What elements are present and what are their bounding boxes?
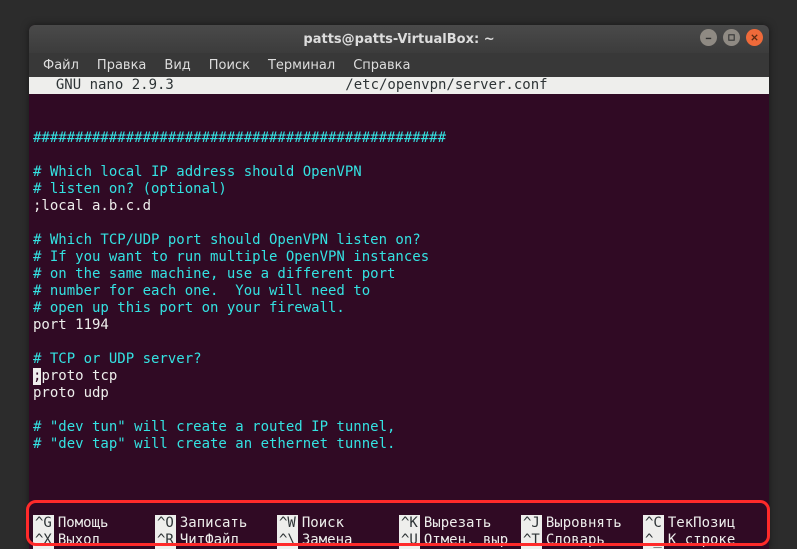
menu-file[interactable]: Файл xyxy=(35,56,87,75)
shortcut-key: ^U xyxy=(399,532,420,549)
window-controls xyxy=(700,29,763,46)
shortcut-replace: ^\Замена xyxy=(277,532,399,549)
menu-search[interactable]: Поиск xyxy=(201,56,258,75)
menubar: Файл Правка Вид Поиск Терминал Справка xyxy=(29,53,769,77)
shortcut-key: ^O xyxy=(155,515,176,532)
close-button[interactable] xyxy=(746,29,763,46)
shortcut-readfile: ^RЧитФайл xyxy=(155,532,277,549)
shortcut-spell: ^TСловарь xyxy=(521,532,643,549)
line: # "dev tap" will create an ethernet tunn… xyxy=(33,436,395,452)
terminal-area[interactable]: GNU nano 2.9.3 /etc/openvpn/server.conf … xyxy=(29,77,769,549)
line: # Which local IP address should OpenVPN xyxy=(33,164,362,180)
line: # open up this port on your firewall. xyxy=(33,300,345,316)
shortcut-row-2: ^XВыход ^RЧитФайл ^\Замена ^UОтмен. выр … xyxy=(33,532,765,549)
shortcut-key: ^\ xyxy=(277,532,298,549)
shortcut-label: Словарь xyxy=(542,532,605,549)
shortcut-key: ^J xyxy=(521,515,542,532)
shortcut-label: Выход xyxy=(54,532,100,549)
shortcut-key: ^W xyxy=(277,515,298,532)
shortcut-cut: ^KВырезать xyxy=(399,515,521,532)
line: # number for each one. You will need to xyxy=(33,283,370,299)
shortcut-label: Замена xyxy=(298,532,353,549)
nano-file-path: /etc/openvpn/server.conf xyxy=(174,77,719,94)
line: # "dev tun" will create a routed IP tunn… xyxy=(33,419,395,435)
shortcut-label: ЧитФайл xyxy=(176,532,239,549)
menu-terminal[interactable]: Терминал xyxy=(260,56,343,75)
shortcut-help: ^GПомощь xyxy=(33,515,155,532)
line: # on the same machine, use a different p… xyxy=(33,266,395,282)
nano-app-name: GNU nano 2.9.3 xyxy=(39,77,174,94)
shortcut-goto: ^_К строке xyxy=(643,532,765,549)
shortcut-key: ^R xyxy=(155,532,176,549)
line: # listen on? (optional) xyxy=(33,181,227,197)
line: ;local a.b.c.d xyxy=(33,198,151,214)
shortcut-label: Помощь xyxy=(54,515,109,532)
shortcut-writeout: ^OЗаписать xyxy=(155,515,277,532)
shortcut-key: ^G xyxy=(33,515,54,532)
shortcut-exit: ^XВыход xyxy=(33,532,155,549)
titlebar: patts@patts-VirtualBox: ~ xyxy=(29,25,769,53)
shortcut-justify: ^JВыровнять xyxy=(521,515,643,532)
shortcut-label: Записать xyxy=(176,515,247,532)
menu-view[interactable]: Вид xyxy=(156,56,198,75)
shortcut-label: Отмен. выр xyxy=(420,532,508,549)
line: ########################################… xyxy=(33,130,446,146)
menu-edit[interactable]: Правка xyxy=(89,56,154,75)
shortcut-label: ТекПозиц xyxy=(664,515,735,532)
shortcut-key: ^X xyxy=(33,532,54,549)
maximize-button[interactable] xyxy=(723,29,740,46)
shortcut-label: Выровнять xyxy=(542,515,622,532)
minimize-button[interactable] xyxy=(700,29,717,46)
shortcut-curpos: ^CТекПозиц xyxy=(643,515,765,532)
line: port 1194 xyxy=(33,317,109,333)
shortcut-search: ^WПоиск xyxy=(277,515,399,532)
shortcut-label: К строке xyxy=(664,532,735,549)
line: proto tcp xyxy=(41,368,117,384)
terminal-window: patts@patts-VirtualBox: ~ Файл Правка Ви… xyxy=(29,25,769,549)
shortcut-key: ^_ xyxy=(643,532,664,549)
shortcut-row-1: ^GПомощь ^OЗаписать ^WПоиск ^KВырезать ^… xyxy=(33,515,765,532)
line: # TCP or UDP server? xyxy=(33,351,202,367)
editor-content[interactable]: ########################################… xyxy=(29,94,769,453)
shortcut-key: ^C xyxy=(643,515,664,532)
line: proto udp xyxy=(33,385,109,401)
menu-help[interactable]: Справка xyxy=(345,56,418,75)
nano-header: GNU nano 2.9.3 /etc/openvpn/server.conf xyxy=(29,77,769,94)
nano-shortcuts: ^GПомощь ^OЗаписать ^WПоиск ^KВырезать ^… xyxy=(33,515,765,549)
line: # If you want to run multiple OpenVPN in… xyxy=(33,249,429,265)
shortcut-key: ^K xyxy=(399,515,420,532)
window-title: patts@patts-VirtualBox: ~ xyxy=(303,32,494,47)
shortcut-uncut: ^UОтмен. выр xyxy=(399,532,521,549)
line: # Which TCP/UDP port should OpenVPN list… xyxy=(33,232,421,248)
shortcut-label: Поиск xyxy=(298,515,344,532)
shortcut-key: ^T xyxy=(521,532,542,549)
shortcut-label: Вырезать xyxy=(420,515,491,532)
